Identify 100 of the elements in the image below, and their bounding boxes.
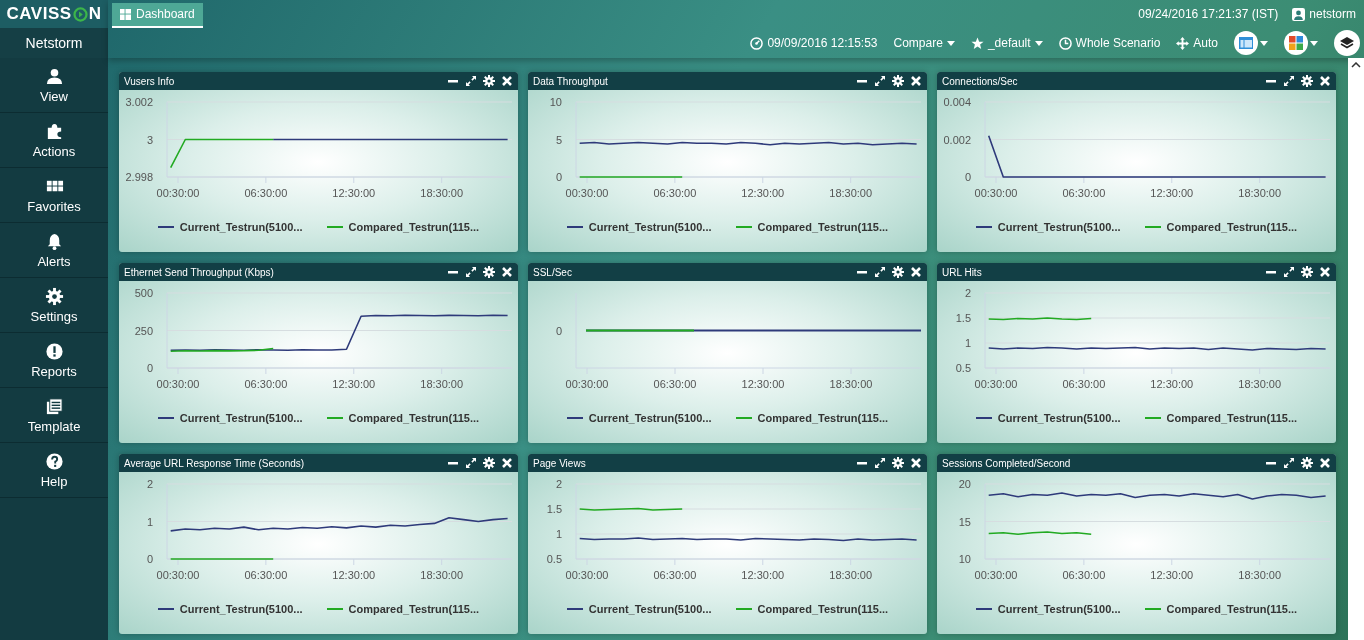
expand-icon[interactable]	[465, 75, 477, 87]
settings-icon[interactable]	[892, 266, 904, 278]
sidebar-item[interactable]: Help	[0, 443, 108, 498]
caret-icon[interactable]	[946, 40, 955, 46]
x-axis-label: 18:30:00	[829, 569, 873, 581]
x-axis-label: 06:30:00	[1062, 187, 1106, 199]
panel-title: SSL/Sec	[533, 266, 573, 278]
legend-label[interactable]: Current_Testrun(5100...	[997, 221, 1121, 233]
settings-icon[interactable]	[892, 75, 904, 87]
clock-icon[interactable]	[1058, 36, 1072, 50]
expand-icon[interactable]	[874, 457, 886, 469]
expand-icon[interactable]	[874, 75, 886, 87]
close-icon[interactable]	[1319, 266, 1331, 278]
legend-label[interactable]: Compared_Testrun(115...	[1166, 412, 1298, 424]
caret-icon[interactable]	[1260, 40, 1268, 46]
sidebar-item[interactable]: Actions	[0, 113, 108, 168]
x-axis-label: 00:30:00	[565, 378, 609, 390]
close-icon[interactable]	[501, 266, 513, 278]
legend-label[interactable]: Current_Testrun(5100...	[179, 221, 303, 233]
legend-label[interactable]: Compared_Testrun(115...	[757, 412, 889, 424]
scrollbar[interactable]	[1348, 58, 1364, 640]
legend-label[interactable]: Current_Testrun(5100...	[179, 603, 303, 615]
x-axis-label: 06:30:00	[653, 569, 697, 581]
close-icon[interactable]	[1319, 457, 1331, 469]
y-axis-label: 0.004	[943, 96, 971, 108]
expand-icon[interactable]	[1283, 75, 1295, 87]
color-grid-icon[interactable]	[1284, 31, 1308, 55]
y-axis-label: 0.5	[955, 362, 971, 374]
legend-label[interactable]: Compared_Testrun(115...	[757, 221, 889, 233]
settings-icon[interactable]	[483, 457, 495, 469]
y-axis-label: 500	[134, 287, 153, 299]
y-axis-label: 20	[958, 478, 971, 490]
sidebar-title: Netstorm	[0, 28, 108, 58]
x-axis-label: 18:30:00	[829, 378, 873, 390]
dashboard-icon[interactable]	[120, 8, 131, 20]
y-axis-label: 1	[964, 337, 971, 349]
close-icon[interactable]	[1319, 75, 1331, 87]
legend-label[interactable]: Compared_Testrun(115...	[1166, 603, 1298, 615]
caret-icon[interactable]	[1034, 40, 1043, 46]
sidebar-item[interactable]: View	[0, 58, 108, 113]
start-time[interactable]: 09/09/2016 12:15:53	[750, 36, 878, 50]
x-axis-label: 06:30:00	[244, 187, 288, 199]
expand-icon[interactable]	[874, 266, 886, 278]
exclamation-icon[interactable]	[44, 341, 64, 361]
sidebar-item[interactable]: Alerts	[0, 223, 108, 278]
scroll-up-icon[interactable]	[1351, 62, 1361, 68]
y-axis-label: 10	[549, 96, 562, 108]
legend-label[interactable]: Compared_Testrun(115...	[757, 603, 889, 615]
x-axis-label: 00:30:00	[156, 378, 200, 390]
layout-mode-button[interactable]: Auto	[1176, 36, 1218, 50]
legend-label[interactable]: Current_Testrun(5100...	[179, 412, 303, 424]
time-range-button[interactable]: Whole Scenario	[1058, 36, 1161, 50]
user-menu[interactable]: netstorm	[1292, 7, 1356, 21]
y-axis-label: 5	[555, 133, 562, 146]
help-icon[interactable]	[44, 451, 64, 471]
expand-icon[interactable]	[465, 266, 477, 278]
sidebar-item[interactable]: Settings	[0, 278, 108, 333]
legend-label[interactable]: Current_Testrun(5100...	[588, 412, 712, 424]
expand-icon[interactable]	[465, 457, 477, 469]
legend-label[interactable]: Current_Testrun(5100...	[588, 221, 712, 233]
expand-icon[interactable]	[1283, 457, 1295, 469]
star-icon[interactable]	[970, 36, 984, 50]
settings-icon[interactable]	[483, 75, 495, 87]
caret-icon[interactable]	[1310, 40, 1318, 46]
sidebar-item[interactable]: Reports	[0, 333, 108, 388]
x-axis-label: 12:30:00	[332, 569, 376, 581]
y-axis-label: 1	[146, 515, 153, 528]
favorite-dropdown[interactable]: _default	[970, 36, 1043, 50]
settings-icon[interactable]	[483, 266, 495, 278]
legend-label[interactable]: Compared_Testrun(115...	[348, 221, 480, 233]
close-icon[interactable]	[501, 457, 513, 469]
legend-label[interactable]: Current_Testrun(5100...	[997, 603, 1121, 615]
settings-icon[interactable]	[1301, 75, 1313, 87]
user-icon[interactable]	[44, 66, 64, 86]
close-icon[interactable]	[910, 75, 922, 87]
settings-icon[interactable]	[892, 457, 904, 469]
legend-label[interactable]: Compared_Testrun(115...	[348, 603, 480, 615]
compare-dropdown[interactable]: Compare	[893, 36, 955, 50]
expand-icon[interactable]	[1283, 266, 1295, 278]
close-icon[interactable]	[910, 266, 922, 278]
move-arrows-icon[interactable]	[1176, 36, 1190, 50]
x-axis-label: 06:30:00	[244, 569, 288, 581]
settings-icon[interactable]	[1301, 266, 1313, 278]
settings-icon[interactable]	[1301, 457, 1313, 469]
legend-label[interactable]: Compared_Testrun(115...	[348, 412, 480, 424]
y-axis-label: 0	[964, 171, 971, 183]
close-icon[interactable]	[910, 457, 922, 469]
legend-label[interactable]: Current_Testrun(5100...	[997, 412, 1121, 424]
layers-icon[interactable]	[1334, 30, 1360, 56]
document-icon[interactable]	[44, 396, 64, 416]
sidebar-item[interactable]: Template	[0, 388, 108, 443]
legend-label[interactable]: Compared_Testrun(115...	[1166, 221, 1298, 233]
window-layout-icon[interactable]	[1234, 31, 1258, 55]
close-icon[interactable]	[501, 75, 513, 87]
sidebar-item[interactable]: Favorites	[0, 168, 108, 223]
x-axis-label: 12:30:00	[1150, 378, 1194, 390]
y-axis-label: 1.5	[546, 503, 562, 515]
gauge-icon[interactable]	[750, 36, 764, 50]
legend-label[interactable]: Current_Testrun(5100...	[588, 603, 712, 615]
panel-title: Sessions Completed/Second	[942, 457, 1072, 469]
